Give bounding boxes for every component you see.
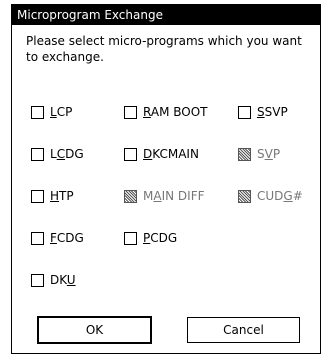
checkbox-box[interactable] [124,105,137,119]
checkbox-label: RAM BOOT [143,105,208,119]
ok-button[interactable]: OK [38,317,151,343]
checkbox-main-diff: MAIN DIFF [124,188,205,204]
checkbox-box[interactable] [124,231,137,245]
checkbox-label: CUDG# [257,189,303,203]
checkbox-label: LCP [50,105,73,119]
checkbox-box [238,147,251,161]
checkbox-lcp[interactable]: LCP [31,104,72,120]
checkbox-label: LCDG [50,147,84,161]
checkbox-dku[interactable]: DKU [31,272,76,288]
checkbox-htp[interactable]: HTP [31,188,74,204]
checkbox-fcdg[interactable]: FCDG [31,230,84,246]
instruction-text: Please select micro-programs which you w… [26,34,302,64]
checkbox-label: PCDG [143,231,178,245]
dialog-title: Microprogram Exchange [12,5,320,25]
microprogram-exchange-dialog: Microprogram Exchange Please select micr… [11,4,321,354]
checkbox-label: FCDG [50,231,84,245]
checkbox-box[interactable] [124,147,137,161]
checkbox-label: DKU [50,273,76,287]
checkbox-label: MAIN DIFF [143,189,205,203]
checkbox-box[interactable] [31,105,44,119]
checkbox-dkcmain[interactable]: DKCMAIN [124,146,199,162]
checkbox-ssvp[interactable]: SSVP [238,104,288,120]
checkbox-label: SVP [257,147,281,161]
checkbox-box[interactable] [31,273,44,287]
checkbox-pcdg[interactable]: PCDG [124,230,177,246]
cancel-button[interactable]: Cancel [187,317,300,343]
checkbox-box [124,189,137,203]
checkbox-cudg: CUDG# [238,188,303,204]
checkbox-box[interactable] [31,231,44,245]
checkbox-box[interactable] [238,105,251,119]
checkbox-svp: SVP [238,146,280,162]
checkbox-label: DKCMAIN [143,147,199,161]
checkbox-lcdg[interactable]: LCDG [31,146,84,162]
checkbox-box [238,189,251,203]
checkbox-label: HTP [50,189,74,203]
checkbox-box[interactable] [31,147,44,161]
checkbox-ram-boot[interactable]: RAM BOOT [124,104,207,120]
checkbox-label: SSVP [257,105,288,119]
checkbox-box[interactable] [31,189,44,203]
